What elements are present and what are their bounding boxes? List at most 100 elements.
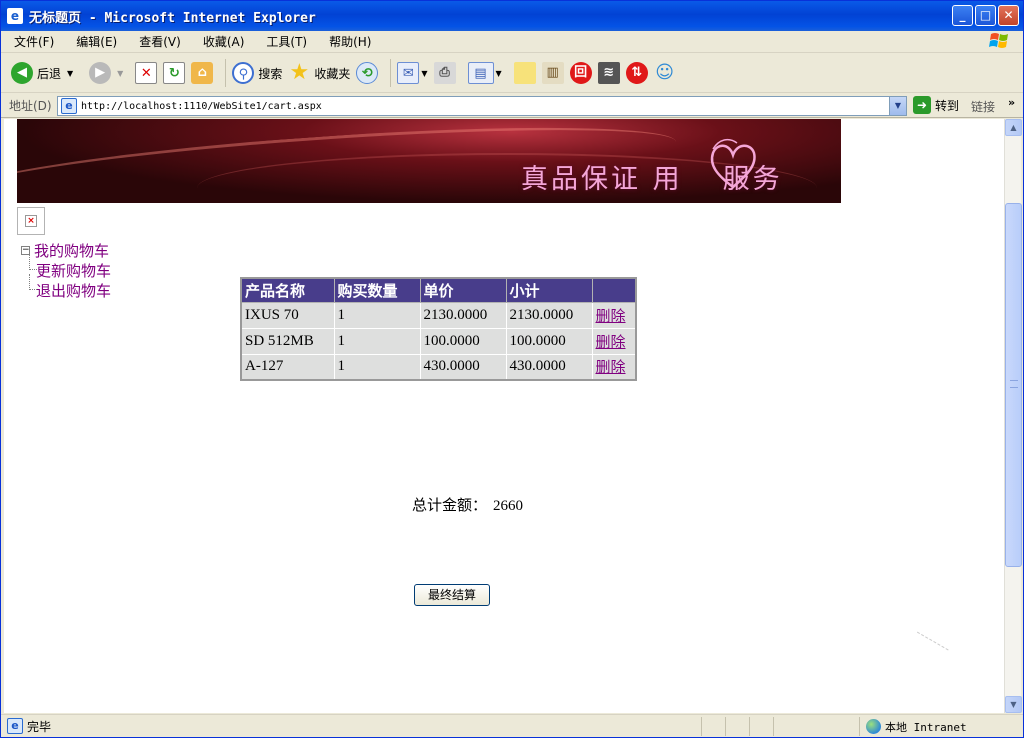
refresh-icon: ↻: [163, 62, 186, 84]
scroll-down-icon[interactable]: ▼: [1005, 696, 1022, 713]
page-done-icon: e: [7, 718, 23, 734]
checkout-button[interactable]: 最终结算: [414, 584, 490, 606]
delete-link[interactable]: 删除: [591, 327, 637, 355]
back-label: 后退: [37, 66, 62, 81]
cell-product-name: A-127: [240, 353, 335, 381]
mail-button[interactable]: ✉ ▼: [397, 62, 428, 84]
address-input[interactable]: e http://localhost:1110/WebSite1/cart.as…: [57, 96, 907, 116]
table-row: A-127 1 430.0000 430.0000 删除: [240, 353, 637, 381]
cell-unit-price: 2130.0000: [419, 301, 507, 329]
go-button[interactable]: ➜ 转到: [913, 96, 959, 114]
star-icon: ★: [289, 60, 310, 85]
tree-connector: [29, 254, 37, 270]
total-amount: 总计金额： 2660: [412, 494, 523, 515]
broken-image-icon: ×: [25, 215, 37, 227]
print-button[interactable]: ⎙: [433, 62, 456, 84]
scroll-up-icon[interactable]: ▲: [1005, 119, 1022, 136]
sticky-note-icon: [513, 62, 536, 84]
links-label[interactable]: 链接: [971, 98, 995, 115]
address-dropdown-icon[interactable]: ▼: [889, 97, 906, 115]
address-label: 地址(D): [9, 99, 52, 113]
cell-subtotal: 100.0000: [505, 327, 593, 355]
messenger-icon: ☺: [655, 62, 675, 83]
status-divider: [701, 717, 702, 736]
browser-window: e 无标题页 - Microsoft Internet Explorer _ □…: [0, 0, 1024, 738]
research-button[interactable]: ▥: [541, 62, 564, 84]
bookmark-red-button[interactable]: 回: [569, 62, 592, 84]
menu-file[interactable]: 文件(F): [1, 33, 63, 50]
stack-icon: ≋: [597, 62, 620, 84]
cell-product-name: IXUS 70: [240, 301, 335, 329]
search-label: 搜索: [258, 66, 283, 81]
menu-favorites[interactable]: 收藏(A): [190, 33, 254, 50]
heart-icon: [710, 138, 756, 189]
total-value: 2660: [493, 498, 524, 514]
ie-icon: e: [7, 8, 23, 24]
security-zone[interactable]: 本地 Intranet: [859, 717, 967, 736]
edit-button[interactable]: ▤ ▼: [467, 62, 502, 84]
back-button[interactable]: ◀ 后退 ▼: [11, 62, 73, 84]
cell-quantity: 1: [333, 327, 421, 355]
scroll-thumb[interactable]: [1005, 203, 1022, 567]
go-arrow-icon: ➜: [913, 96, 931, 114]
arrows-button[interactable]: ⇅: [625, 62, 648, 84]
menu-edit[interactable]: 编辑(E): [63, 33, 126, 50]
cart-table: 产品名称 购买数量 单价 小计 IXUS 70 1 2130.0000 2130…: [240, 277, 637, 381]
stop-button[interactable]: ✕: [135, 62, 158, 84]
delete-link[interactable]: 删除: [591, 353, 637, 381]
status-divider: [725, 717, 726, 736]
stack-button[interactable]: ≋: [597, 62, 620, 84]
update-cart-link[interactable]: 更新购物车: [36, 260, 111, 281]
mail-icon: ✉: [397, 62, 420, 84]
header-product-name: 产品名称: [240, 277, 335, 303]
decorative-mark: [905, 631, 949, 671]
table-header-row: 产品名称 购买数量 单价 小计: [240, 277, 637, 303]
search-button[interactable]: ⚲ 搜索: [232, 62, 282, 84]
home-icon: ⌂: [191, 62, 214, 84]
forward-dropdown-icon[interactable]: ▼: [117, 69, 123, 78]
title-bar[interactable]: e 无标题页 - Microsoft Internet Explorer _ □…: [1, 1, 1023, 31]
notes-button[interactable]: [513, 62, 536, 84]
updown-arrows-icon: ⇅: [625, 62, 648, 84]
table-row: IXUS 70 1 2130.0000 2130.0000 删除: [240, 301, 637, 329]
printer-icon: ⎙: [433, 62, 456, 84]
home-button[interactable]: ⌂: [191, 62, 214, 84]
forward-button[interactable]: ▶ ▼: [89, 62, 123, 84]
scroll-grip: [1010, 380, 1018, 388]
refresh-button[interactable]: ↻: [163, 62, 186, 84]
messenger-button[interactable]: ☺: [654, 62, 676, 84]
favorites-button[interactable]: ★ 收藏夹: [288, 62, 350, 84]
menu-tools[interactable]: 工具(T): [253, 33, 316, 50]
minimize-button[interactable]: _: [952, 5, 973, 26]
exit-cart-link[interactable]: 退出购物车: [36, 280, 111, 301]
banner-image: 真品保证 用服务: [17, 119, 841, 203]
intranet-globe-icon: [866, 719, 881, 734]
tree-item-exit: 退出购物车: [21, 274, 111, 301]
chevron-right-icon[interactable]: »: [1008, 96, 1015, 109]
close-button[interactable]: ✕: [998, 5, 1019, 26]
mail-dropdown-icon[interactable]: ▼: [421, 69, 427, 78]
cart-tree: − 我的购物车 更新购物车 退出购物车: [21, 240, 111, 300]
total-label: 总计金额：: [412, 498, 488, 514]
menu-help[interactable]: 帮助(H): [316, 33, 380, 50]
zone-text: 本地 Intranet: [885, 720, 967, 734]
menu-view[interactable]: 查看(V): [126, 33, 190, 50]
delete-link[interactable]: 删除: [591, 301, 637, 329]
maximize-button[interactable]: □: [975, 5, 996, 26]
cell-product-name: SD 512MB: [240, 327, 335, 355]
status-divider: [749, 717, 750, 736]
cell-unit-price: 100.0000: [419, 327, 507, 355]
back-dropdown-icon[interactable]: ▼: [67, 69, 73, 78]
tree-root-link[interactable]: 我的购物车: [34, 240, 109, 261]
history-button[interactable]: ⟲: [356, 62, 379, 84]
page-icon: e: [61, 98, 77, 114]
window-controls: _ □ ✕: [952, 5, 1019, 26]
table-row: SD 512MB 1 100.0000 100.0000 删除: [240, 327, 637, 355]
address-url[interactable]: http://localhost:1110/WebSite1/cart.aspx: [81, 101, 322, 112]
edit-dropdown-icon[interactable]: ▼: [496, 69, 502, 78]
cell-unit-price: 430.0000: [419, 353, 507, 381]
red-circle-icon: 回: [569, 62, 592, 84]
standard-toolbar: ◀ 后退 ▼ ▶ ▼ ✕ ↻ ⌂ ⚲ 搜索 ★ 收藏夹 ⟲ ✉ ▼ ⎙ ▤ ▼ …: [1, 54, 1023, 93]
search-icon: ⚲: [232, 62, 255, 84]
vertical-scrollbar[interactable]: ▲ ▼: [1004, 119, 1022, 713]
